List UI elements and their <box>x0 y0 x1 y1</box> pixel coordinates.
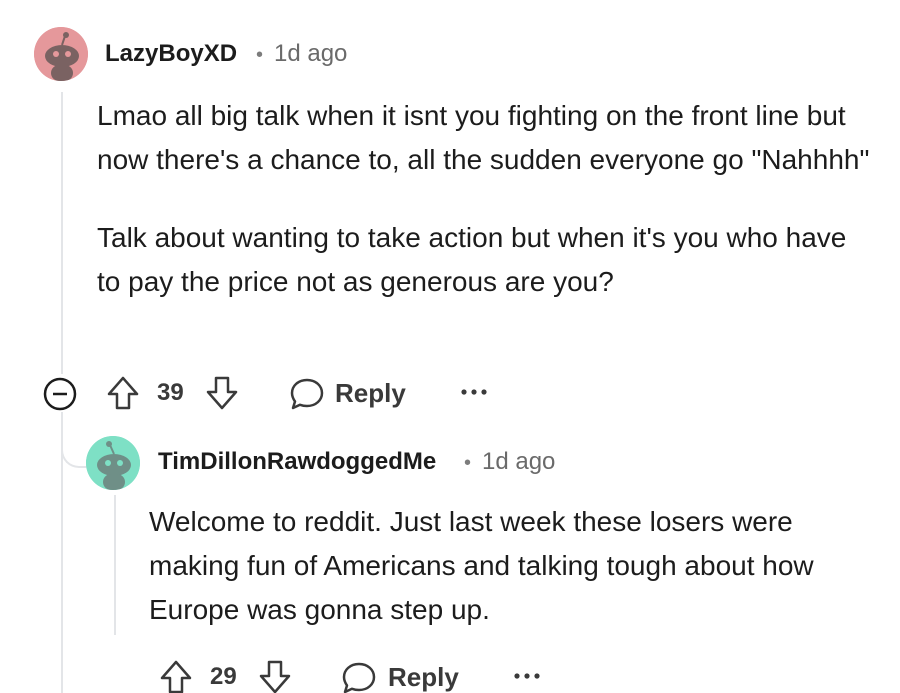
comment-timestamp: 1d ago <box>274 40 348 67</box>
reply-button[interactable]: Reply <box>388 662 459 692</box>
comment-timestamp: 1d ago <box>482 448 556 475</box>
comment-body: Welcome to reddit. Just last week these … <box>149 500 874 632</box>
comment-paragraph: Lmao all big talk when it isnt you fight… <box>97 100 870 175</box>
meta-separator: • <box>464 452 472 474</box>
avatar[interactable] <box>34 27 88 81</box>
thread-line[interactable] <box>61 92 63 374</box>
downvote-arrow-icon[interactable] <box>205 375 239 411</box>
comment-thread: LazyBoyXD • 1d ago Lmao all big talk whe… <box>0 0 900 693</box>
vote-count: 29 <box>210 663 237 690</box>
upvote-arrow-icon[interactable] <box>106 375 140 411</box>
comment-author[interactable]: LazyBoyXD <box>105 40 237 68</box>
chat-bubble-icon[interactable] <box>341 660 377 693</box>
meta-separator: • <box>256 44 264 66</box>
child-thread-line[interactable] <box>114 495 116 635</box>
thread-elbow <box>61 412 87 468</box>
comment-paragraph: Welcome to reddit. Just last week these … <box>149 506 814 625</box>
comment-actions: 39 Reply <box>0 372 900 412</box>
snoo-avatar-icon <box>34 27 88 81</box>
comment-actions: 29 Reply <box>0 656 900 693</box>
avatar[interactable] <box>86 436 140 490</box>
chat-bubble-icon[interactable] <box>289 376 325 412</box>
more-dots-icon[interactable] <box>513 670 541 682</box>
snoo-avatar-icon <box>86 436 140 490</box>
reply-button[interactable]: Reply <box>335 378 406 408</box>
vote-count: 39 <box>157 379 184 406</box>
upvote-arrow-icon[interactable] <box>159 659 193 693</box>
collapse-minus-icon[interactable] <box>42 376 78 412</box>
comment-paragraph: Talk about wanting to take action but wh… <box>97 222 847 297</box>
downvote-arrow-icon[interactable] <box>258 659 292 693</box>
comment-body: Lmao all big talk when it isnt you fight… <box>97 94 877 304</box>
more-dots-icon[interactable] <box>460 386 488 398</box>
comment-author[interactable]: TimDillonRawdoggedMe <box>158 448 436 476</box>
